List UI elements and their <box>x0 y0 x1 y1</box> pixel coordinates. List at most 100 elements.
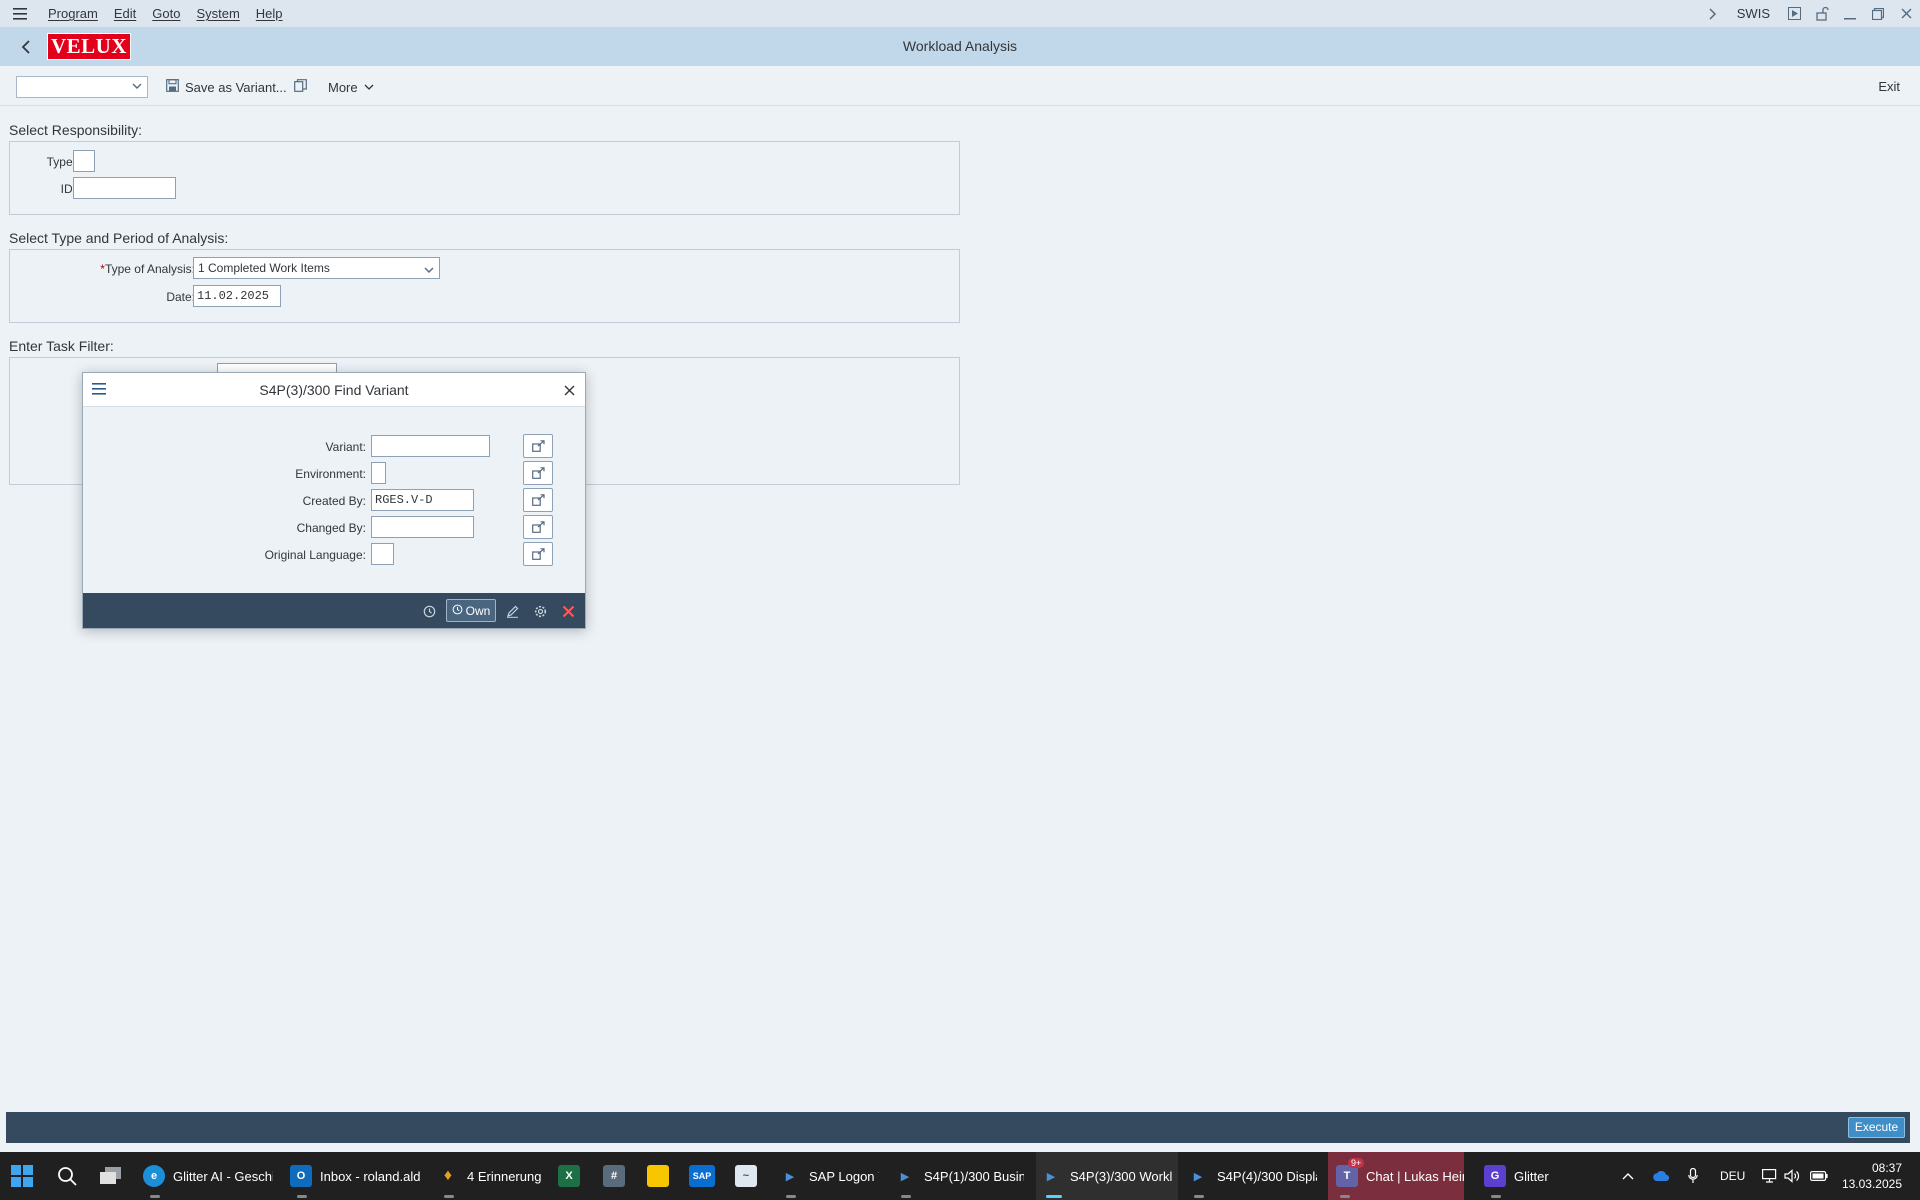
own-variants-button[interactable]: Own <box>446 599 496 622</box>
volume-icon[interactable] <box>1784 1152 1800 1200</box>
exit-button[interactable]: Exit <box>1878 75 1900 99</box>
edit-pencil-icon[interactable] <box>501 600 523 622</box>
created-by-input[interactable]: RGES.V-D <box>371 489 474 511</box>
paint-icon: ~ <box>735 1165 757 1187</box>
running-indicator <box>1194 1195 1204 1198</box>
windows-taskbar: e Glitter AI - Geschi O Inbox - roland.a… <box>0 1152 1920 1200</box>
calculator-icon: # <box>603 1165 625 1187</box>
cancel-icon[interactable] <box>557 600 579 622</box>
taskbar-app-glitter[interactable]: G Glitter <box>1484 1152 1564 1200</box>
type-of-analysis-dropdown[interactable]: 1 Completed Work Items <box>193 257 440 279</box>
menu-program[interactable]: Program <box>40 6 106 21</box>
created-by-label: Created By: <box>302 494 366 508</box>
running-indicator <box>444 1195 454 1198</box>
taskbar-app-teams[interactable]: T 9+ Chat | Lukas Hein <box>1328 1152 1464 1200</box>
id-input[interactable] <box>73 177 176 199</box>
variant-multiple-selection-button[interactable] <box>523 434 553 458</box>
taskbar-excel-icon[interactable]: X <box>558 1152 582 1200</box>
history-icon <box>452 604 463 618</box>
active-indicator <box>1046 1195 1062 1198</box>
created-by-multiple-selection-button[interactable] <box>523 488 553 512</box>
taskbar-paint-icon[interactable]: ~ <box>735 1152 759 1200</box>
more-button[interactable]: More <box>328 75 374 99</box>
type-input[interactable] <box>73 150 95 172</box>
sap-gui-icon: ▶ <box>900 1170 910 1183</box>
section-title-responsibility: Select Responsibility: <box>9 122 143 138</box>
teams-icon: T <box>1336 1165 1358 1187</box>
close-window-icon[interactable] <box>1892 0 1920 27</box>
minimize-icon[interactable] <box>1836 0 1864 27</box>
taskbar-app-reminders[interactable]: ♦ 4 Erinnerung <box>437 1152 542 1200</box>
section-title-task-filter: Enter Task Filter: <box>9 338 114 354</box>
taskbar-calculator-icon[interactable]: # <box>603 1152 627 1200</box>
running-indicator <box>1491 1195 1501 1198</box>
analysis-group: *Type of Analysis: 1 Completed Work Item… <box>9 249 960 323</box>
changed-by-multiple-selection-button[interactable] <box>523 515 553 539</box>
network-icon[interactable] <box>1762 1152 1778 1200</box>
dialog-header: S4P(3)/300 Find Variant <box>83 373 585 407</box>
date-label: Date: <box>166 290 195 304</box>
taskbar-app-s4p4[interactable]: ▶ S4P(4)/300 Displa <box>1187 1152 1317 1200</box>
menu-goto[interactable]: Goto <box>144 6 188 21</box>
toolbar: Save as Variant... More Exit <box>0 66 1920 106</box>
original-language-label: Original Language: <box>264 548 366 562</box>
taskbar-app-s4p3[interactable]: ▶ S4P(3)/300 Workl <box>1036 1152 1178 1200</box>
system-clock[interactable]: 08:37 13.03.2025 <box>1842 1160 1902 1192</box>
variant-input[interactable] <box>371 435 490 457</box>
taskbar-app-edge[interactable]: e Glitter AI - Geschi <box>143 1152 273 1200</box>
original-language-multiple-selection-button[interactable] <box>523 542 553 566</box>
menu-help[interactable]: Help <box>248 6 291 21</box>
id-label: ID: <box>60 182 76 196</box>
clock-date: 13.03.2025 <box>1841 1177 1902 1191</box>
menu-hamburger-icon[interactable] <box>0 0 40 27</box>
running-indicator <box>150 1195 160 1198</box>
task-view-icon[interactable] <box>99 1152 123 1200</box>
dialog-close-icon[interactable] <box>564 384 575 399</box>
type-label: Type: <box>46 155 76 169</box>
sticky-notes-icon <box>647 1165 669 1187</box>
onedrive-icon[interactable] <box>1652 1152 1670 1200</box>
copy-button[interactable] <box>294 75 307 99</box>
environment-label: Environment: <box>295 467 366 481</box>
history-icon[interactable] <box>418 600 440 622</box>
original-language-input[interactable] <box>371 543 394 565</box>
menu-system[interactable]: System <box>188 6 247 21</box>
taskbar-sticky-notes-icon[interactable] <box>647 1152 671 1200</box>
tray-chevron-up-icon[interactable] <box>1622 1152 1634 1200</box>
environment-input[interactable] <box>371 462 386 484</box>
execute-button[interactable]: Execute <box>1848 1117 1905 1138</box>
menu-bar: Program Edit Goto System Help SWIS <box>0 0 1920 27</box>
menu-edit[interactable]: Edit <box>106 6 144 21</box>
play-icon[interactable] <box>1780 0 1808 27</box>
dialog-title: S4P(3)/300 Find Variant <box>259 382 409 398</box>
unlock-icon[interactable] <box>1808 0 1836 27</box>
dialog-body: Variant: Environment: Created By: RGES.V… <box>83 407 585 593</box>
save-as-variant-button[interactable]: Save as Variant... <box>166 75 287 99</box>
sap-gui-icon: ▶ <box>1193 1170 1203 1183</box>
chevron-right-icon[interactable] <box>1699 0 1727 27</box>
edge-icon: e <box>143 1165 165 1187</box>
search-icon[interactable] <box>56 1152 78 1200</box>
running-indicator <box>901 1195 911 1198</box>
taskbar-sap-icon[interactable]: SAP <box>689 1152 715 1200</box>
restore-icon[interactable] <box>1864 0 1892 27</box>
changed-by-input[interactable] <box>371 516 474 538</box>
variant-label: Variant: <box>325 440 366 454</box>
microphone-icon[interactable] <box>1688 1152 1698 1200</box>
dialog-footer: Own <box>83 593 585 628</box>
date-input[interactable]: 11.02.2025 <box>193 285 281 307</box>
taskbar-app-s4p1[interactable]: ▶ S4P(1)/300 Busine <box>894 1152 1024 1200</box>
section-title-analysis: Select Type and Period of Analysis: <box>9 230 229 246</box>
taskbar-app-outlook[interactable]: O Inbox - roland.ald <box>290 1152 420 1200</box>
changed-by-label: Changed By: <box>296 521 366 535</box>
battery-icon[interactable] <box>1810 1152 1828 1200</box>
language-indicator[interactable]: DEU <box>1720 1152 1745 1200</box>
settings-gear-icon[interactable] <box>529 600 551 622</box>
windows-start-icon[interactable] <box>9 1152 35 1200</box>
environment-multiple-selection-button[interactable] <box>523 461 553 485</box>
outlook-icon: O <box>290 1165 312 1187</box>
variant-select[interactable] <box>16 76 148 98</box>
running-indicator <box>1340 1195 1350 1198</box>
taskbar-app-sap-logon[interactable]: ▶ SAP Logon 7 <box>779 1152 879 1200</box>
copy-icon <box>294 79 307 95</box>
